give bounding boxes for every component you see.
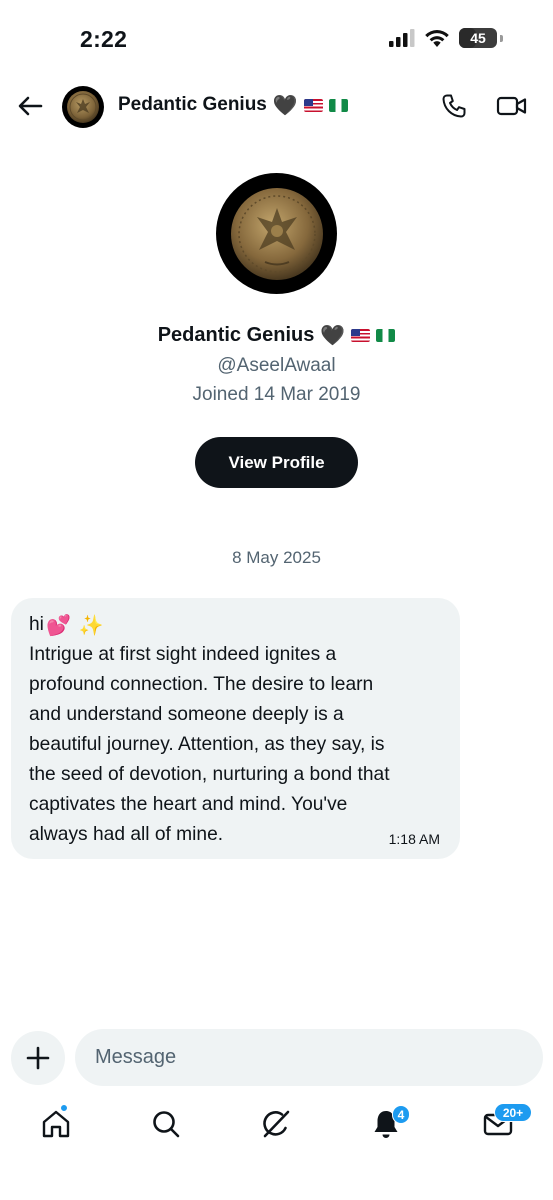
add-attachment-button[interactable]: [11, 1031, 65, 1085]
conversation-header: Pedantic Genius 🖤: [0, 80, 553, 132]
message-greeting-line: hi 💕 ✨: [29, 610, 442, 640]
notifications-badge: 4: [392, 1105, 410, 1124]
video-camera-icon[interactable]: [496, 92, 528, 120]
message-timestamp: 1:18 AM: [388, 831, 440, 847]
message-line: beautiful journey. Attention, as they sa…: [29, 734, 385, 755]
message-line: Intrigue at first sight indeed ignites a: [29, 644, 337, 665]
search-icon: [153, 1111, 180, 1138]
battery-icon: 45: [459, 28, 497, 48]
battery-percent: 45: [470, 30, 486, 46]
header-display-name[interactable]: Pedantic Genius 🖤: [118, 93, 348, 117]
us-flag-icon: [351, 328, 371, 342]
black-heart-icon: 🖤: [272, 93, 298, 117]
status-time: 2:22: [80, 26, 128, 52]
two-hearts-icon: 💕: [45, 613, 71, 637]
message-bubble[interactable]: hi 💕 ✨ Intrigue at first sight indeed ig…: [11, 598, 460, 859]
battery-tip: [500, 34, 503, 42]
message-greeting: hi: [29, 614, 44, 635]
status-bar: 2:22 45: [0, 0, 553, 80]
nigeria-flag-icon: [376, 328, 396, 342]
home-icon: [42, 1110, 70, 1138]
profile-joined-date: Joined 14 Mar 2019: [192, 384, 361, 405]
profile-avatar[interactable]: [216, 173, 337, 294]
nigeria-flag-icon: [328, 98, 348, 112]
header-avatar[interactable]: [62, 86, 104, 128]
view-profile-button[interactable]: View Profile: [195, 437, 358, 488]
tab-messages[interactable]: 20+: [482, 1103, 532, 1140]
tab-home[interactable]: [40, 1104, 72, 1140]
dm-conversation-screen: 2:22 45 Pedantic Genius 🖤 Pedantic Geniu…: [0, 0, 553, 1200]
coin-avatar-image: [67, 91, 99, 123]
message-line: always had all of mine.: [29, 824, 224, 845]
tab-notifications[interactable]: 4: [370, 1105, 410, 1140]
header-name-text: Pedantic Genius: [118, 94, 267, 115]
message-line: captivates the heart and mind. You've: [29, 794, 348, 815]
bottom-tab-bar: 4 20+: [0, 1098, 553, 1158]
profile-name-text: Pedantic Genius: [157, 323, 315, 346]
messages-badge: 20+: [494, 1103, 532, 1122]
us-flag-icon: [303, 98, 323, 112]
home-unread-dot: [60, 1104, 68, 1112]
profile-display-name: Pedantic Genius 🖤: [0, 323, 553, 347]
date-separator: 8 May 2025: [232, 548, 321, 567]
phone-icon[interactable]: [440, 92, 468, 120]
message-input[interactable]: [75, 1029, 543, 1086]
sparkles-icon: ✨: [78, 613, 104, 637]
message-line: the seed of devotion, nurturing a bond t…: [29, 764, 390, 785]
plus-icon: [26, 1046, 50, 1070]
black-heart-icon: 🖤: [320, 323, 346, 347]
status-icons: 45: [389, 28, 503, 48]
home-indicator: [0, 1180, 553, 1200]
wifi-icon: [425, 29, 449, 47]
back-arrow-icon[interactable]: [16, 92, 44, 120]
signal-icon: [389, 29, 415, 47]
tab-search[interactable]: [150, 1108, 182, 1140]
message-line: and understand someone deeply is a: [29, 704, 344, 725]
tab-grok[interactable]: [260, 1108, 292, 1140]
grok-icon: [263, 1110, 290, 1138]
message-line: profound connection. The desire to learn: [29, 674, 374, 695]
coin-avatar-image: [230, 187, 323, 280]
profile-handle: @AseelAwaal: [217, 355, 336, 376]
